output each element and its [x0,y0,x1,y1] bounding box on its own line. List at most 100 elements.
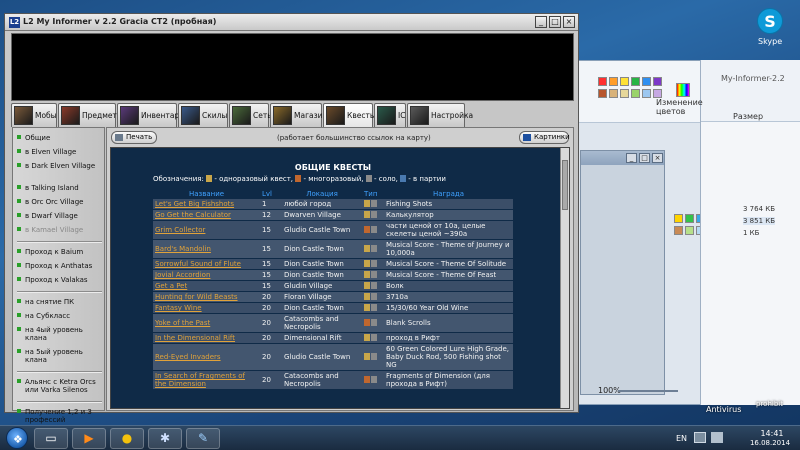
color-swatch[interactable] [598,89,607,98]
maximize-button[interactable]: □ [639,153,650,163]
close-button[interactable]: × [652,153,663,163]
solo-quest-icon [371,319,377,326]
quest-level: 12 [260,209,282,221]
document-scrollbar[interactable] [560,148,569,408]
zoom-slider[interactable] [618,390,678,392]
tab-mobs[interactable]: Мобы [11,103,57,127]
nav-item[interactable]: Проход к Valakas [17,276,101,284]
print-button[interactable]: Печать [111,131,157,144]
quest-row: Red-Eyed Invaders 20 Gludio Castle Town 60 … [153,343,513,371]
solo-quest-icon [371,211,377,218]
taskbar-l2-informer[interactable]: ✱ [148,428,182,449]
bullet-icon [17,149,21,153]
clock-date[interactable]: 16.08.2014 [745,439,795,447]
color-swatch[interactable] [653,89,662,98]
nav-item[interactable]: на 4ый уровень клана [17,326,101,342]
quest-name-link[interactable]: Jovial Accordion [153,269,260,281]
quest-name-link[interactable]: In the Dimensional Rift [153,332,260,344]
nav-item[interactable]: в Elven Village [17,148,101,156]
clock-time[interactable]: 14:41 [752,429,792,438]
minimize-button[interactable]: _ [535,16,547,28]
nav-item[interactable]: в Dark Elven Village [17,162,101,170]
nav-item[interactable]: в Talking Island [17,184,101,192]
quest-name-link[interactable]: In Search of Fragments of the Dimension [153,370,260,390]
color-swatch[interactable] [609,77,618,86]
quest-name-link[interactable]: Yoke of the Past [153,313,260,333]
taskbar-paint[interactable]: ✎ [186,428,220,449]
nav-item[interactable]: Проход к Baium [17,248,101,256]
nav-item[interactable]: на снятие ПК [17,298,101,306]
nav-item[interactable]: в Orc Orc Village [17,198,101,206]
taskbar-media-player[interactable]: ▶ [72,428,106,449]
color-swatch[interactable] [598,77,607,86]
language-indicator[interactable]: EN [676,434,687,443]
quest-row: Bard's Mandolin 15 Dion Castle Town Musical… [153,239,513,259]
nav-item[interactable]: в Kamael Village [17,226,101,234]
action-center-icon[interactable] [694,432,706,443]
start-button[interactable]: ❖ [6,427,28,449]
solo-quest-icon [371,376,377,383]
background-explorer-window[interactable]: Изменение цветов My-Informer-2.2 Размер … [656,60,800,405]
tab-sets[interactable]: Сеты [229,103,273,127]
color-swatch[interactable] [631,77,640,86]
color-swatch [685,214,694,223]
color-swatch [674,226,683,235]
tab-quests[interactable]: Квесты [323,103,376,127]
color-swatch[interactable] [620,89,629,98]
quest-name-link[interactable]: Fantasy Wine [153,302,260,314]
background-dialog-window[interactable]: _ □ × [580,150,665,395]
skype-icon[interactable]: S [757,8,783,34]
nav-item[interactable]: на 5ый уровень клана [17,348,101,364]
size-column-header[interactable]: Размер [733,112,763,121]
items-icon [61,106,80,125]
tab-inventory[interactable]: Инвентарь [117,103,184,127]
quest-type [362,302,384,314]
nav-item-label: в Elven Village [25,148,77,156]
volume-icon[interactable] [711,432,723,443]
type-legend: Обозначения: - одноразовый квест, - мног… [153,175,513,183]
pictures-button[interactable]: Картинки [519,131,570,144]
taskbar-chrome[interactable]: ● [110,428,144,449]
one-time-quest-icon [364,271,370,278]
color-swatch[interactable] [642,89,651,98]
file-size: 1 КБ [743,229,760,237]
tab-items[interactable]: Предметы [58,103,123,127]
nav-item[interactable]: Альянс с Ketra Orcs или Varka Silenos [17,378,101,394]
rainbow-palette-icon[interactable] [676,83,690,97]
taskbar-explorer[interactable]: ▭ [34,428,68,449]
quest-name-link[interactable]: Go Get the Calculator [153,209,260,221]
quest-name-link[interactable]: Bard's Mandolin [153,239,260,259]
tab-shop[interactable]: Магазин [270,103,327,127]
nav-item[interactable]: в Dwarf Village [17,212,101,220]
nav-item[interactable]: Проход к Anthatas [17,262,101,270]
tab-settings[interactable]: Настройка [407,103,473,127]
color-swatch[interactable] [642,77,651,86]
close-button[interactable]: × [563,16,575,28]
color-swatch[interactable] [620,77,629,86]
quest-location: Catacombs and Necropolis [282,370,362,390]
nav-item[interactable]: Общие [17,134,101,142]
quest-name-link[interactable]: Get a Pet [153,280,260,292]
quest-name-link[interactable]: Hunting for Wild Beasts [153,291,260,303]
tab-ic[interactable]: IC [374,103,406,127]
dialog-titlebar[interactable]: _ □ × [581,151,664,165]
map-links-note: (работает большинство ссылок на карту) [277,134,431,142]
solo-quest-icon [371,304,377,311]
quest-name-link[interactable]: Sorrowful Sound of Flute [153,258,260,270]
minimize-button[interactable]: _ [626,153,637,163]
quest-name-link[interactable]: Let's Get Big Fishshots [153,199,260,210]
legend-party: - в партии [408,175,446,183]
nav-item[interactable]: Получение 1,2 и 3 професcий [17,408,101,424]
change-colors-label[interactable]: Изменение цветов [656,98,716,116]
quest-name-link[interactable]: Red-Eyed Invaders [153,343,260,371]
quest-name-link[interactable]: Grim Collector [153,220,260,240]
color-swatch[interactable] [631,89,640,98]
scrollbar-thumb[interactable] [562,160,568,210]
nav-item[interactable]: на Субкласс [17,312,101,320]
tab-skills[interactable]: Скилы [178,103,228,127]
quest-level: 20 [260,343,282,371]
maximize-button[interactable]: □ [549,16,561,28]
app-titlebar[interactable]: L2 L2 My Informer v 2.2 Gracia CT2 (проб… [5,14,578,31]
color-swatch[interactable] [653,77,662,86]
color-swatch[interactable] [609,89,618,98]
